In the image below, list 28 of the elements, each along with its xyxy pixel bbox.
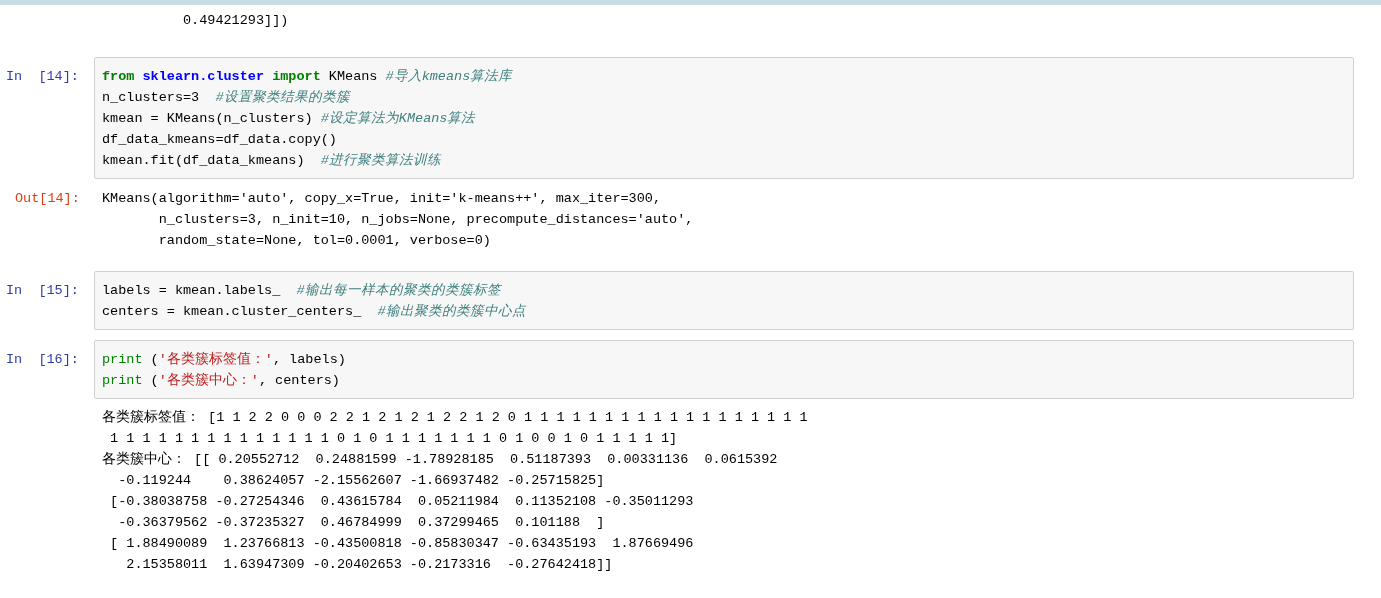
output-line: [-0.38038758 -0.27254346 0.43615784 0.05211984 0.11352108 -0.35011293 (109, 493, 695, 511)
code-line: df_data_kmeans=df_data.copy() (102, 131, 338, 149)
output-line: 2.15358011 1.63947309 -0.20402653 -0.2173316 -0.27642418]] (125, 556, 614, 574)
code-line: kmean.fit(df_data_kmeans) #进行聚类算法训练 (102, 152, 443, 170)
input-prompt: In [15]: (5, 282, 80, 300)
output-line: -0.36379562 -0.37235327 0.46784999 0.37299465 0.101188 ] (117, 514, 606, 532)
code-cell[interactable]: from sklearn.cluster import KMeans #导入kmeans算法库 n_clusters=3 #设置聚类结果的类簇 kmean = KMeans(n_clusters) #设定算法为KMeans算法 df_data_kmeans=df_data.copy() kmean.fit(df_data_kmeans) #进行聚类算法训练 (94, 57, 1354, 179)
output-line: [ 1.88490089 1.23766813 -0.43500818 -0.85830347 -0.63435193 1.87669496 (109, 535, 695, 553)
output-line: KMeans(algorithm='auto', copy_x=True, init='k-means++', max_iter=300, (102, 190, 662, 208)
output-line: 1 1 1 1 1 1 1 1 1 1 1 1 1 1 0 1 0 1 1 1 1 1 1 1 0 1 0 0 1 0 1 1 1 1 1] (109, 430, 679, 448)
output-line: 0.49421293]]) (182, 12, 290, 30)
code-line: print ('各类簇中心：', centers) (102, 371, 341, 390)
code-line: kmean = KMeans(n_clusters) #设定算法为KMeans算法 (102, 109, 477, 128)
code-cell[interactable]: print ('各类簇标签值：', labels) print ('各类簇中心：', centers) (94, 340, 1354, 399)
code-line: centers = kmean.cluster_centers_ #输出聚类的类簇中心点 (102, 302, 527, 321)
output-prompt: Out[14]: (14, 190, 81, 208)
input-prompt: In [14]: (5, 68, 80, 86)
input-prompt: In [16]: (5, 351, 80, 369)
code-line: from sklearn.cluster import KMeans #导入kmeans算法库 (102, 67, 514, 86)
output-line: 各类簇中心： [[ 0.20552712 0.24881599 -1.78928185 0.51187393 0.00331136 0.0615392 (102, 450, 779, 469)
code-line: n_clusters=3 #设置聚类结果的类簇 (102, 89, 352, 107)
code-line: print ('各类簇标签值：', labels) (102, 350, 347, 369)
code-line: labels = kmean.labels_ #输出每一样本的聚类的类簇标签 (102, 282, 503, 300)
output-line: 各类簇标签值： [1 1 2 2 0 0 0 2 2 1 2 1 2 1 2 2 1 2 0 1 1 1 1 1 1 1 1 1 1 1 1 1 1 1 1 1 1 (102, 408, 809, 427)
output-line: n_clusters=3, n_init=10, n_jobs=None, precompute_distances='auto', (157, 211, 694, 229)
output-line: random_state=None, tol=0.0001, verbose=0) (157, 232, 492, 250)
output-line: -0.119244 0.38624057 -2.15562607 -1.66937482 -0.25715825] (117, 472, 606, 490)
code-cell[interactable]: labels = kmean.labels_ #输出每一样本的聚类的类簇标签 centers = kmean.cluster_centers_ #输出聚类的类簇中心点 (94, 271, 1354, 330)
